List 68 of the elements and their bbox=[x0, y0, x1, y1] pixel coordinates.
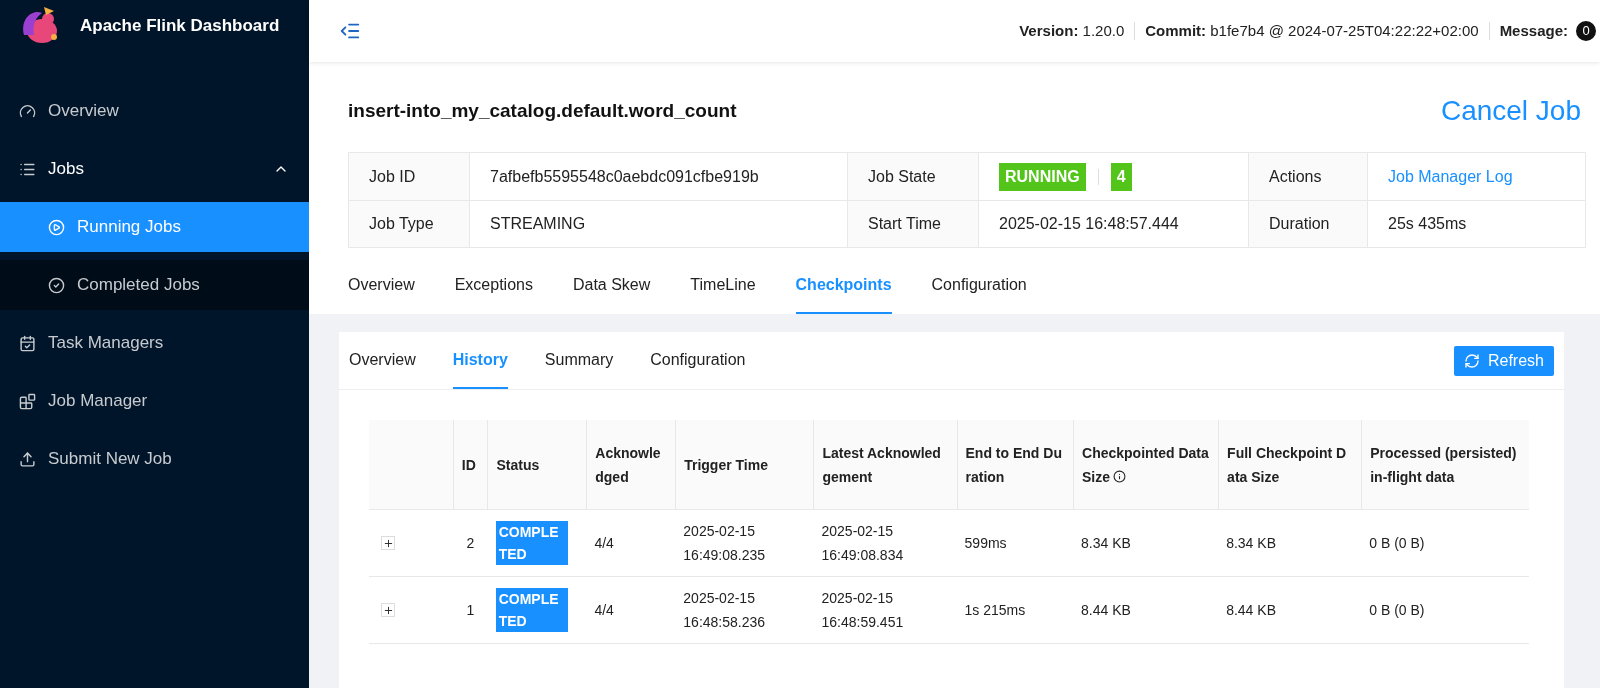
table-cell: 8.44 KB bbox=[1226, 602, 1276, 618]
table-cell: 4/4 bbox=[594, 602, 614, 618]
upload-icon bbox=[19, 450, 36, 468]
field-value: 2025-02-15 16:48:57.444 bbox=[999, 214, 1179, 234]
message-count-badge[interactable]: 0 bbox=[1576, 21, 1596, 41]
table-cell-text: 2025-02-15 16:48:59.451 bbox=[821, 589, 905, 632]
tab[interactable]: TimeLine bbox=[690, 258, 756, 314]
header-info: Commit: b1fe7b4 @ 2024-07-25T04:22:22+02:00 bbox=[1145, 20, 1479, 41]
table-cell-text: 2025-02-15 16:49:08.834 bbox=[821, 522, 905, 565]
column-header: Full Checkpoint Data Size bbox=[1227, 443, 1348, 487]
tab[interactable]: Overview bbox=[349, 332, 416, 389]
field-value: 7afbefb5595548c0aebdc091cfbe919b bbox=[490, 166, 759, 187]
column-header: Processed (persisted) in-flight data bbox=[1370, 443, 1518, 487]
refresh-icon bbox=[1463, 352, 1480, 369]
calendar-icon bbox=[19, 334, 36, 352]
sidebar-item[interactable]: Submit New Job bbox=[0, 434, 309, 484]
play-circle-icon bbox=[48, 218, 65, 236]
column-header: Status bbox=[496, 455, 540, 475]
sidebar-item[interactable]: Completed Jobs bbox=[0, 260, 309, 310]
table-cell: 599ms bbox=[964, 535, 1007, 551]
field-label: Job Type bbox=[369, 214, 434, 234]
tab[interactable]: Configuration bbox=[650, 332, 746, 389]
check-circle-icon bbox=[48, 276, 65, 294]
column-header: End to End Duration bbox=[965, 443, 1063, 487]
column-header: ID bbox=[461, 455, 476, 475]
field-label: Job ID bbox=[369, 166, 416, 187]
blocks-icon bbox=[19, 392, 36, 410]
expand-icon[interactable] bbox=[381, 536, 395, 550]
tab[interactable]: Summary bbox=[544, 332, 614, 389]
task-count-tag: 4 bbox=[1110, 162, 1132, 191]
tab[interactable]: Data Skew bbox=[572, 258, 651, 314]
field-value: STREAMING bbox=[490, 214, 586, 234]
column-header: Latest Acknowledgement bbox=[822, 443, 942, 487]
status-tag: COMPLETED bbox=[495, 587, 568, 632]
field-value: 25s 435ms bbox=[1388, 214, 1467, 234]
table-cell: 8.34 KB bbox=[1081, 535, 1131, 551]
table-cell: 8.34 KB bbox=[1226, 535, 1276, 551]
sidebar-item[interactable]: Overview bbox=[0, 86, 309, 136]
sidebar-item[interactable]: Jobs bbox=[0, 144, 309, 194]
status-tag: COMPLETED bbox=[495, 520, 568, 565]
column-header: Trigger Time bbox=[684, 455, 768, 475]
column-header: Acknowledged bbox=[595, 443, 662, 487]
table-cell: 1s 215ms bbox=[964, 602, 1026, 618]
tab[interactable]: Exceptions bbox=[454, 258, 533, 314]
app-title: Apache Flink Dashboard bbox=[80, 15, 280, 38]
message-label: Message: bbox=[1499, 20, 1568, 41]
expand-icon[interactable] bbox=[381, 603, 395, 617]
header-info: Version: 1.20.0 bbox=[1019, 20, 1125, 41]
field-label: Actions bbox=[1269, 166, 1322, 187]
table-cell: 2 bbox=[466, 535, 475, 551]
table-cell-text: 2025-02-15 16:48:58.236 bbox=[683, 589, 767, 632]
table-cell: 4/4 bbox=[594, 535, 614, 551]
table-cell-text: 2025-02-15 16:49:08.235 bbox=[683, 522, 767, 565]
sidebar-item[interactable]: Job Manager bbox=[0, 376, 309, 426]
gauge-icon bbox=[19, 102, 36, 120]
sidebar-item[interactable]: Task Managers bbox=[0, 318, 309, 368]
table-cell: 1 bbox=[466, 602, 475, 618]
field-label: Duration bbox=[1269, 214, 1330, 234]
field-label: Job State bbox=[868, 166, 936, 187]
job-name: insert-into_my_catalog.default.word_count bbox=[348, 98, 737, 123]
table-cell: 0 B (0 B) bbox=[1369, 535, 1425, 551]
tab[interactable]: Overview bbox=[348, 258, 415, 314]
field-label: Start Time bbox=[868, 214, 941, 234]
table-cell: 0 B (0 B) bbox=[1369, 602, 1425, 618]
tab[interactable]: Configuration bbox=[931, 258, 1027, 314]
job-state-tag: RUNNING bbox=[999, 162, 1086, 191]
table-cell: 8.44 KB bbox=[1081, 602, 1131, 618]
column-header: Checkpointed Data Size bbox=[1082, 443, 1210, 487]
